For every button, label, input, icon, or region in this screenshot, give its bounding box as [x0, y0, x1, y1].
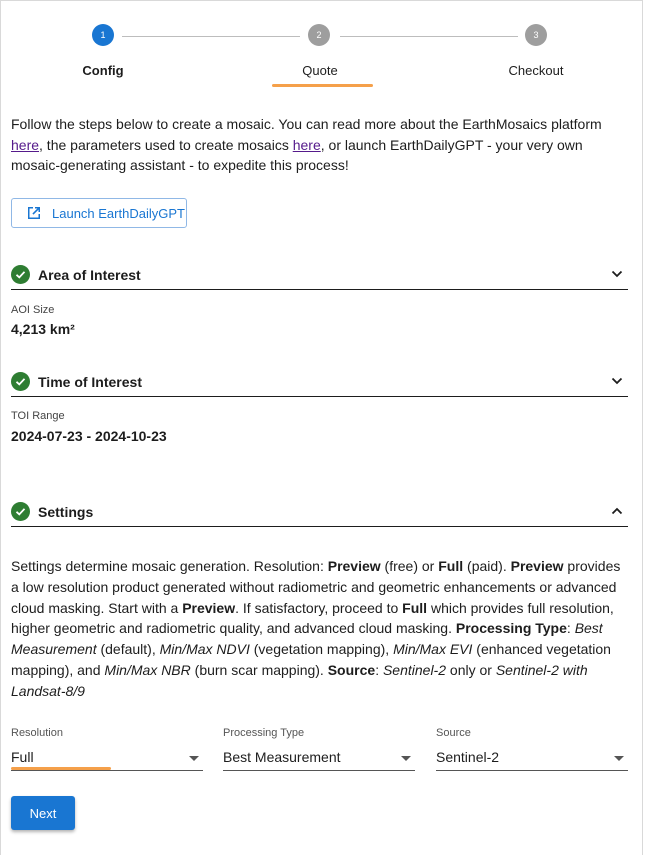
settings-desc-segment: (paid). [463, 558, 511, 574]
settings-desc-segment: (default), [96, 641, 160, 658]
source-label: Source [436, 727, 471, 739]
settings-section-header[interactable]: Settings [11, 497, 628, 527]
step-2-circle[interactable]: 2 [308, 24, 330, 46]
step-connector-2 [340, 36, 518, 37]
settings-desc-segment: only or [446, 661, 496, 678]
intro-text-1: Follow the steps below to create a mosai… [11, 116, 602, 132]
source-value: Sentinel-2 [436, 749, 500, 765]
step-label-quote[interactable]: Quote [290, 63, 350, 78]
settings-desc-segment: Settings determine mosaic generation. Re… [11, 558, 328, 574]
step-label-config[interactable]: Config [73, 63, 133, 78]
resolution-label: Resolution [11, 727, 63, 739]
dropdown-arrow-icon [614, 756, 624, 761]
settings-desc-segment: Processing Type [455, 620, 567, 637]
toi-range-label: TOI Range [11, 410, 65, 422]
source-select[interactable]: Sentinel-2 [436, 747, 628, 771]
parameters-docs-link[interactable]: here [293, 137, 321, 153]
settings-desc-segment: . If satisfactory, proceed to [235, 599, 403, 616]
step-label-checkout[interactable]: Checkout [500, 63, 572, 78]
settings-desc-segment: Full [438, 558, 464, 574]
settings-desc-segment: Preview [327, 558, 381, 574]
next-button[interactable]: Next [11, 796, 75, 830]
dropdown-arrow-icon [401, 756, 411, 761]
settings-title: Settings [38, 503, 94, 520]
open-in-new-icon [28, 207, 40, 219]
processing-type-label: Processing Type [223, 727, 305, 739]
step-1-circle[interactable]: 1 [92, 24, 114, 46]
dropdown-arrow-icon [189, 756, 199, 761]
settings-desc-segment: Preview [182, 599, 236, 616]
check-circle-icon [11, 372, 30, 391]
check-circle-icon [11, 265, 30, 284]
settings-desc-segment: Min/Max NDVI [159, 641, 250, 658]
chevron-down-icon[interactable] [610, 267, 624, 281]
settings-desc-segment: Sentinel-2 [382, 661, 447, 678]
launch-button-label: Launch EarthDailyGPT [52, 205, 185, 221]
settings-desc-segment: (vegetation mapping), [249, 641, 394, 658]
aoi-size-label: AOI Size [11, 304, 55, 316]
aoi-title: Area of Interest [38, 266, 141, 283]
step-connector-1 [122, 36, 300, 37]
check-circle-icon [11, 502, 30, 521]
toi-range-value: 2024-07-23 - 2024-10-23 [11, 428, 167, 444]
chevron-down-icon[interactable] [610, 374, 624, 388]
launch-earthdailygpt-button[interactable]: Launch EarthDailyGPT [11, 198, 187, 228]
aoi-section-header[interactable]: Area of Interest [11, 260, 628, 290]
toi-title: Time of Interest [38, 373, 142, 390]
aoi-size-value: 4,213 km² [11, 321, 75, 337]
step-3-circle[interactable]: 3 [525, 24, 547, 46]
intro-text-2: , the parameters used to create mosaics [39, 136, 293, 153]
processing-type-value: Best Measurement [223, 749, 341, 765]
settings-desc-segment: Min/Max NBR [104, 661, 191, 678]
resolution-value: Full [11, 749, 34, 765]
toi-section-header[interactable]: Time of Interest [11, 367, 628, 397]
processing-type-select[interactable]: Best Measurement [223, 747, 415, 771]
quote-highlight-underline [272, 84, 373, 87]
settings-desc-segment: : [375, 661, 383, 678]
settings-desc-segment: Source [327, 661, 376, 678]
intro-paragraph: Follow the steps below to create a mosai… [11, 114, 631, 176]
resolution-highlight-underline [11, 767, 111, 770]
platform-docs-link[interactable]: here [11, 137, 39, 153]
settings-desc-segment: Full [402, 599, 428, 616]
chevron-up-icon[interactable] [610, 504, 624, 518]
settings-desc-segment: Preview [510, 558, 564, 574]
settings-description: Settings determine mosaic generation. Re… [11, 556, 631, 702]
settings-desc-segment: (free) or [380, 558, 439, 574]
settings-desc-segment: Min/Max EVI [393, 641, 473, 658]
settings-desc-segment: : [566, 620, 575, 637]
settings-desc-segment: (burn scar mapping). [190, 661, 328, 678]
